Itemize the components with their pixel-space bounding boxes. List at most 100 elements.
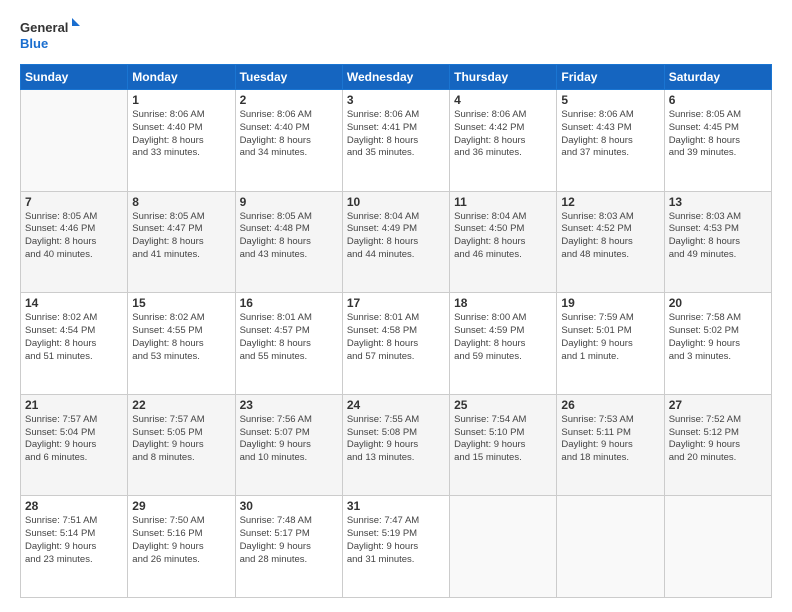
day-info: Sunrise: 7:53 AMSunset: 5:11 PMDaylight:… xyxy=(561,414,659,465)
day-number: 27 xyxy=(669,398,767,412)
day-info: Sunrise: 7:57 AMSunset: 5:05 PMDaylight:… xyxy=(132,414,230,465)
weekday-header-thursday: Thursday xyxy=(450,65,557,90)
day-number: 10 xyxy=(347,195,445,209)
day-info: Sunrise: 7:56 AMSunset: 5:07 PMDaylight:… xyxy=(240,414,338,465)
calendar-cell: 5 Sunrise: 8:06 AMSunset: 4:43 PMDaylight… xyxy=(557,90,664,192)
calendar-cell: 3 Sunrise: 8:06 AMSunset: 4:41 PMDaylight… xyxy=(342,90,449,192)
day-number: 6 xyxy=(669,93,767,107)
calendar-week-row: 28 Sunrise: 7:51 AMSunset: 5:14 PMDayligh… xyxy=(21,496,772,598)
day-info: Sunrise: 8:02 AMSunset: 4:55 PMDaylight:… xyxy=(132,312,230,363)
day-info: Sunrise: 8:03 AMSunset: 4:52 PMDaylight:… xyxy=(561,211,659,262)
weekday-header-tuesday: Tuesday xyxy=(235,65,342,90)
day-number: 8 xyxy=(132,195,230,209)
calendar-cell: 22 Sunrise: 7:57 AMSunset: 5:05 PMDayligh… xyxy=(128,394,235,496)
svg-text:General: General xyxy=(20,20,68,35)
calendar-cell: 7 Sunrise: 8:05 AMSunset: 4:46 PMDaylight… xyxy=(21,191,128,293)
day-info: Sunrise: 8:04 AMSunset: 4:49 PMDaylight:… xyxy=(347,211,445,262)
day-number: 14 xyxy=(25,296,123,310)
day-number: 28 xyxy=(25,499,123,513)
weekday-header-friday: Friday xyxy=(557,65,664,90)
day-info: Sunrise: 8:05 AMSunset: 4:47 PMDaylight:… xyxy=(132,211,230,262)
day-number: 29 xyxy=(132,499,230,513)
day-number: 11 xyxy=(454,195,552,209)
day-number: 13 xyxy=(669,195,767,209)
calendar-cell: 27 Sunrise: 7:52 AMSunset: 5:12 PMDayligh… xyxy=(664,394,771,496)
calendar-cell: 23Sunrise: 7:56 AMSunset: 5:07 PMDayligh… xyxy=(235,394,342,496)
calendar-table: SundayMondayTuesdayWednesdayThursdayFrid… xyxy=(20,64,772,598)
calendar-cell: 29 Sunrise: 7:50 AMSunset: 5:16 PMDayligh… xyxy=(128,496,235,598)
calendar-cell: 30 Sunrise: 7:48 AMSunset: 5:17 PMDayligh… xyxy=(235,496,342,598)
day-number: 7 xyxy=(25,195,123,209)
day-info: Sunrise: 7:58 AMSunset: 5:02 PMDaylight:… xyxy=(669,312,767,363)
calendar-cell: 31Sunrise: 7:47 AMSunset: 5:19 PMDayligh… xyxy=(342,496,449,598)
day-info: Sunrise: 8:00 AMSunset: 4:59 PMDaylight:… xyxy=(454,312,552,363)
calendar-cell: 11 Sunrise: 8:04 AMSunset: 4:50 PMDayligh… xyxy=(450,191,557,293)
calendar-cell: 16 Sunrise: 8:01 AMSunset: 4:57 PMDayligh… xyxy=(235,293,342,395)
weekday-header-saturday: Saturday xyxy=(664,65,771,90)
calendar-cell xyxy=(21,90,128,192)
day-info: Sunrise: 7:59 AMSunset: 5:01 PMDaylight:… xyxy=(561,312,659,363)
day-info: Sunrise: 8:04 AMSunset: 4:50 PMDaylight:… xyxy=(454,211,552,262)
calendar-cell: 10 Sunrise: 8:04 AMSunset: 4:49 PMDayligh… xyxy=(342,191,449,293)
calendar-cell: 13 Sunrise: 8:03 AMSunset: 4:53 PMDayligh… xyxy=(664,191,771,293)
day-info: Sunrise: 7:52 AMSunset: 5:12 PMDaylight:… xyxy=(669,414,767,465)
calendar-cell: 17Sunrise: 8:01 AMSunset: 4:58 PMDayligh… xyxy=(342,293,449,395)
day-number: 5 xyxy=(561,93,659,107)
day-info: Sunrise: 7:51 AMSunset: 5:14 PMDaylight:… xyxy=(25,515,123,566)
weekday-header-monday: Monday xyxy=(128,65,235,90)
day-info: Sunrise: 7:50 AMSunset: 5:16 PMDaylight:… xyxy=(132,515,230,566)
day-number: 16 xyxy=(240,296,338,310)
calendar-cell xyxy=(664,496,771,598)
weekday-header-sunday: Sunday xyxy=(21,65,128,90)
logo: General Blue xyxy=(20,18,80,54)
day-info: Sunrise: 8:03 AMSunset: 4:53 PMDaylight:… xyxy=(669,211,767,262)
calendar-week-row: 21 Sunrise: 7:57 AMSunset: 5:04 PMDayligh… xyxy=(21,394,772,496)
logo-svg: General Blue xyxy=(20,18,80,54)
calendar-cell: 14 Sunrise: 8:02 AMSunset: 4:54 PMDayligh… xyxy=(21,293,128,395)
day-info: Sunrise: 8:06 AMSunset: 4:40 PMDaylight:… xyxy=(240,109,338,160)
calendar-cell: 19Sunrise: 7:59 AMSunset: 5:01 PMDayligh… xyxy=(557,293,664,395)
calendar-cell: 28 Sunrise: 7:51 AMSunset: 5:14 PMDayligh… xyxy=(21,496,128,598)
day-number: 9 xyxy=(240,195,338,209)
calendar-cell: 26 Sunrise: 7:53 AMSunset: 5:11 PMDayligh… xyxy=(557,394,664,496)
day-info: Sunrise: 8:05 AMSunset: 4:46 PMDaylight:… xyxy=(25,211,123,262)
calendar-cell xyxy=(450,496,557,598)
day-info: Sunrise: 8:06 AMSunset: 4:41 PMDaylight:… xyxy=(347,109,445,160)
calendar-header-row: SundayMondayTuesdayWednesdayThursdayFrid… xyxy=(21,65,772,90)
day-info: Sunrise: 8:05 AMSunset: 4:48 PMDaylight:… xyxy=(240,211,338,262)
calendar-cell: 9 Sunrise: 8:05 AMSunset: 4:48 PMDaylight… xyxy=(235,191,342,293)
calendar-cell: 18 Sunrise: 8:00 AMSunset: 4:59 PMDayligh… xyxy=(450,293,557,395)
day-number: 31 xyxy=(347,499,445,513)
calendar-cell: 20 Sunrise: 7:58 AMSunset: 5:02 PMDayligh… xyxy=(664,293,771,395)
calendar-cell: 15Sunrise: 8:02 AMSunset: 4:55 PMDayligh… xyxy=(128,293,235,395)
day-number: 21 xyxy=(25,398,123,412)
day-info: Sunrise: 7:54 AMSunset: 5:10 PMDaylight:… xyxy=(454,414,552,465)
day-info: Sunrise: 7:55 AMSunset: 5:08 PMDaylight:… xyxy=(347,414,445,465)
svg-text:Blue: Blue xyxy=(20,36,48,51)
day-info: Sunrise: 8:05 AMSunset: 4:45 PMDaylight:… xyxy=(669,109,767,160)
day-number: 26 xyxy=(561,398,659,412)
calendar-cell: 21 Sunrise: 7:57 AMSunset: 5:04 PMDayligh… xyxy=(21,394,128,496)
calendar-week-row: 7 Sunrise: 8:05 AMSunset: 4:46 PMDaylight… xyxy=(21,191,772,293)
day-number: 18 xyxy=(454,296,552,310)
day-info: Sunrise: 8:01 AMSunset: 4:57 PMDaylight:… xyxy=(240,312,338,363)
day-info: Sunrise: 8:02 AMSunset: 4:54 PMDaylight:… xyxy=(25,312,123,363)
page: General Blue SundayMondayTuesdayWednesda… xyxy=(0,0,792,612)
day-info: Sunrise: 7:57 AMSunset: 5:04 PMDaylight:… xyxy=(25,414,123,465)
calendar-cell: 4Sunrise: 8:06 AMSunset: 4:42 PMDaylight… xyxy=(450,90,557,192)
calendar-cell xyxy=(557,496,664,598)
day-number: 22 xyxy=(132,398,230,412)
calendar-cell: 24Sunrise: 7:55 AMSunset: 5:08 PMDayligh… xyxy=(342,394,449,496)
day-number: 1 xyxy=(132,93,230,107)
day-number: 25 xyxy=(454,398,552,412)
day-info: Sunrise: 7:48 AMSunset: 5:17 PMDaylight:… xyxy=(240,515,338,566)
calendar-cell: 12 Sunrise: 8:03 AMSunset: 4:52 PMDayligh… xyxy=(557,191,664,293)
calendar-cell: 1 Sunrise: 8:06 AMSunset: 4:40 PMDaylight… xyxy=(128,90,235,192)
day-number: 20 xyxy=(669,296,767,310)
day-info: Sunrise: 8:06 AMSunset: 4:43 PMDaylight:… xyxy=(561,109,659,160)
day-number: 30 xyxy=(240,499,338,513)
day-info: Sunrise: 8:06 AMSunset: 4:40 PMDaylight:… xyxy=(132,109,230,160)
day-number: 12 xyxy=(561,195,659,209)
day-number: 3 xyxy=(347,93,445,107)
day-number: 17 xyxy=(347,296,445,310)
